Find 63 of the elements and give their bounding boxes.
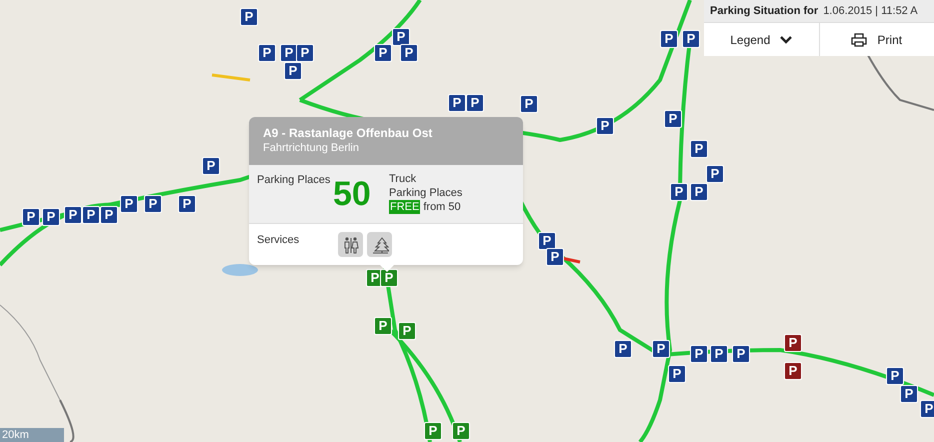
parking-marker[interactable]: P bbox=[398, 322, 416, 340]
parking-marker[interactable]: P bbox=[400, 44, 418, 62]
parking-marker[interactable]: P bbox=[690, 140, 708, 158]
places-text: Parking Places bbox=[389, 186, 462, 200]
parking-marker[interactable]: P bbox=[690, 183, 708, 201]
parking-marker[interactable]: P bbox=[144, 195, 162, 213]
places-label: Parking Places bbox=[257, 173, 332, 188]
parking-marker[interactable]: P bbox=[202, 157, 220, 175]
scale-label: 20km bbox=[2, 428, 29, 442]
parking-marker[interactable]: P bbox=[448, 94, 466, 112]
services-label: Services bbox=[257, 233, 300, 248]
popup-title: A9 - Rastanlage Offenbau Ost bbox=[263, 126, 434, 141]
parking-marker[interactable]: P bbox=[466, 94, 484, 112]
toilet-icon bbox=[338, 232, 363, 257]
parking-marker[interactable]: P bbox=[664, 110, 682, 128]
parking-marker[interactable]: P bbox=[64, 206, 82, 224]
legend-dropdown[interactable]: Legend bbox=[704, 23, 818, 56]
printer-icon bbox=[851, 32, 868, 46]
parking-marker[interactable]: P bbox=[668, 365, 686, 383]
parking-marker[interactable]: P bbox=[900, 385, 918, 403]
parking-marker[interactable]: P bbox=[258, 44, 276, 62]
parking-marker[interactable]: P bbox=[22, 208, 40, 226]
parking-marker[interactable]: P bbox=[82, 206, 100, 224]
parking-marker[interactable]: P bbox=[538, 232, 556, 250]
parking-marker[interactable]: P bbox=[280, 44, 298, 62]
parking-marker[interactable]: P bbox=[452, 422, 470, 440]
parking-marker[interactable]: P bbox=[42, 208, 60, 226]
parking-marker[interactable]: P bbox=[710, 345, 728, 363]
parking-marker[interactable]: P bbox=[178, 195, 196, 213]
parking-marker[interactable]: P bbox=[670, 183, 688, 201]
free-from-text: from 50 bbox=[423, 200, 461, 214]
parking-marker[interactable]: P bbox=[284, 62, 302, 80]
parking-marker[interactable]: P bbox=[596, 117, 614, 135]
free-count: 50 bbox=[333, 177, 372, 215]
print-button[interactable]: Print bbox=[818, 23, 934, 56]
popup-subtitle: Fahrtrichtung Berlin bbox=[263, 141, 360, 155]
parking-marker[interactable]: P bbox=[296, 44, 314, 62]
parking-marker[interactable]: P bbox=[424, 422, 442, 440]
parking-marker[interactable]: P bbox=[920, 400, 934, 418]
parking-marker[interactable]: P bbox=[614, 340, 632, 358]
parking-marker[interactable]: P bbox=[374, 317, 392, 335]
parking-marker[interactable]: P bbox=[682, 30, 700, 48]
parking-marker[interactable]: P bbox=[240, 8, 258, 26]
header-title: Parking Situation for bbox=[710, 4, 818, 19]
parking-marker[interactable]: P bbox=[120, 195, 138, 213]
parking-marker[interactable]: P bbox=[392, 28, 410, 46]
parking-marker[interactable]: P bbox=[660, 30, 678, 48]
parking-marker[interactable]: P bbox=[520, 95, 538, 113]
free-badge: FREE bbox=[389, 200, 420, 214]
parking-marker[interactable]: P bbox=[374, 44, 392, 62]
header-datetime: 1.06.2015 | 11:52 A bbox=[823, 4, 918, 19]
parking-marker[interactable]: P bbox=[732, 345, 750, 363]
parking-marker[interactable]: P bbox=[784, 362, 802, 380]
parking-marker[interactable]: P bbox=[652, 340, 670, 358]
chevron-down-icon bbox=[780, 36, 792, 44]
parking-marker[interactable]: P bbox=[886, 367, 904, 385]
vehicle-type: Truck bbox=[389, 172, 418, 186]
parking-marker[interactable]: P bbox=[546, 248, 564, 266]
parking-marker[interactable]: P bbox=[100, 206, 118, 224]
parking-marker[interactable]: P bbox=[706, 165, 724, 183]
parking-marker[interactable]: P bbox=[784, 334, 802, 352]
parking-marker[interactable]: P bbox=[690, 345, 708, 363]
trees-icon bbox=[367, 232, 392, 257]
